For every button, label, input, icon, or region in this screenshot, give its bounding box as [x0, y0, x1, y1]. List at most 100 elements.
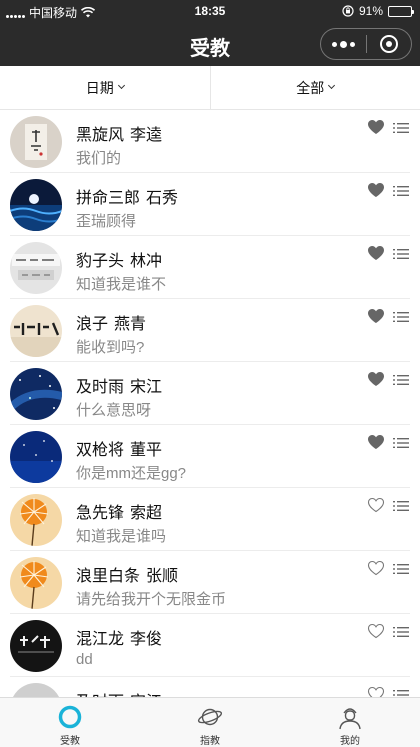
- contact-realname: 索超: [130, 505, 163, 522]
- list-item[interactable]: 拼命三郎 石秀 歪瑞顾得: [0, 173, 420, 236]
- heart-filled-icon[interactable]: [367, 182, 385, 198]
- message-preview: dd: [76, 651, 93, 668]
- message-preview: 知道我是谁不: [76, 276, 167, 293]
- list-item[interactable]: 豹子头 林冲知道我是谁不: [0, 236, 420, 299]
- tab-bar: 受教 指教 我的: [0, 697, 420, 747]
- heart-outline-icon[interactable]: [367, 623, 385, 639]
- contact-nickname: 及时雨: [76, 379, 125, 396]
- message-preview: 歪瑞顾得: [76, 213, 137, 230]
- status-right: 91%: [342, 4, 414, 18]
- heart-filled-icon[interactable]: [367, 119, 385, 135]
- date-filter-dropdown[interactable]: 日期: [0, 66, 210, 109]
- contact-nickname: 黑旋风: [76, 127, 125, 144]
- contact-name: 拼命三郎 石秀: [76, 184, 178, 208]
- close-target-icon: [379, 35, 398, 53]
- tab-label: 指教: [200, 736, 220, 747]
- avatar: [10, 494, 62, 546]
- list-menu-icon[interactable]: [393, 185, 409, 197]
- contact-name: 急先锋 索超: [76, 499, 162, 523]
- avatar: [10, 242, 62, 294]
- tab-shoujiao[interactable]: 受教: [0, 698, 140, 747]
- contact-name: 混江龙 李俊: [76, 625, 162, 649]
- list-menu-icon[interactable]: [393, 689, 409, 697]
- list-item[interactable]: 双枪将 董平你是mm还是gg?: [0, 425, 420, 488]
- list-item[interactable]: 及时雨 宋江什么意思呀: [0, 362, 420, 425]
- avatar: [10, 116, 62, 168]
- contact-realname: 张顺: [146, 568, 179, 585]
- contact-realname: 董平: [130, 442, 163, 459]
- list-menu-icon[interactable]: [393, 248, 409, 260]
- contact-realname: 林冲: [130, 253, 163, 270]
- tab-wode[interactable]: 我的: [280, 698, 420, 747]
- contact-nickname: 双枪将: [76, 442, 125, 459]
- filter-bar: 日期 全部: [0, 66, 420, 110]
- contact-nickname: 混江龙: [76, 631, 125, 648]
- heart-outline-icon[interactable]: [367, 497, 385, 513]
- message-preview: 能收到吗?: [76, 339, 145, 356]
- message-preview: 请先给我开个无限金币: [76, 591, 227, 608]
- contact-name: 及时雨宋江: [76, 373, 162, 397]
- message-preview: 什么意思呀: [76, 402, 152, 419]
- contact-name: 黑旋风 李逵: [76, 121, 162, 145]
- planet-icon: [197, 708, 223, 726]
- status-bar: 中国移动 18:35 91%: [0, 0, 420, 22]
- tab-label: 我的: [340, 736, 360, 747]
- category-filter-dropdown[interactable]: 全部: [209, 66, 420, 109]
- list-item[interactable]: 黑旋风 李逵 我们的: [0, 110, 420, 173]
- heart-filled-icon[interactable]: [367, 434, 385, 450]
- list-item[interactable]: 急先锋 索超知道我是谁吗: [0, 488, 420, 551]
- message-list: 黑旋风 李逵 我们的 拼命三郎 石秀 歪瑞顾得 豹子头 林冲 知道我是谁不 浪子 燕青 能收到吗? 及时…: [0, 110, 420, 697]
- list-item[interactable]: 浪里白条 张顺请先给我开个无限金币: [0, 551, 420, 614]
- heart-outline-icon[interactable]: [367, 686, 385, 697]
- nav-bar: 受教: [0, 22, 420, 66]
- contact-realname: 李俊: [130, 631, 163, 648]
- contact-nickname: 浪里白条: [76, 568, 141, 585]
- heart-outline-icon[interactable]: [367, 560, 385, 576]
- ring-icon: [58, 705, 82, 729]
- contact-name: 及时雨宋江: [76, 688, 162, 697]
- list-item[interactable]: 浪子 燕青能收到吗?: [0, 299, 420, 362]
- more-dots-icon: [331, 40, 355, 48]
- chevron-down-icon: [328, 81, 336, 90]
- contact-realname: 石秀: [146, 190, 179, 207]
- contact-nickname: 豹子头: [76, 253, 125, 270]
- contact-name: 浪子 燕青: [76, 310, 146, 334]
- mini-program-capsule: [320, 28, 412, 60]
- contact-nickname: 急先锋: [76, 505, 125, 522]
- heart-filled-icon[interactable]: [367, 245, 385, 261]
- list-item[interactable]: 及时雨宋江: [0, 677, 420, 697]
- more-button[interactable]: [321, 29, 366, 59]
- chevron-down-icon: [117, 81, 125, 90]
- battery-icon: [388, 5, 414, 17]
- user-icon: [339, 708, 361, 730]
- list-menu-icon[interactable]: [393, 626, 409, 638]
- message-preview: 你是mm还是gg?: [76, 465, 187, 482]
- list-menu-icon[interactable]: [393, 437, 409, 449]
- list-menu-icon[interactable]: [393, 374, 409, 386]
- message-preview: 知道我是谁吗: [76, 528, 167, 545]
- heart-filled-icon[interactable]: [367, 308, 385, 324]
- list-menu-icon[interactable]: [393, 500, 409, 512]
- contact-name: 双枪将 董平: [76, 436, 162, 460]
- list-menu-icon[interactable]: [393, 563, 409, 575]
- avatar: [10, 305, 62, 357]
- contact-realname: 李逵: [130, 127, 163, 144]
- contact-name: 浪里白条 张顺: [76, 562, 178, 586]
- avatar: [10, 620, 62, 672]
- date-filter-label: 日期: [85, 79, 114, 96]
- close-program-button[interactable]: [366, 29, 411, 59]
- avatar: [10, 368, 62, 420]
- contact-nickname: 拼命三郎: [76, 190, 141, 207]
- orientation-lock-icon: [342, 5, 354, 17]
- list-menu-icon[interactable]: [393, 122, 409, 134]
- tab-zhijiao[interactable]: 指教: [140, 698, 280, 747]
- avatar: [10, 683, 62, 697]
- battery-percent: 91%: [358, 4, 383, 18]
- heart-filled-icon[interactable]: [367, 371, 385, 387]
- category-filter-label: 全部: [296, 79, 325, 96]
- list-item[interactable]: 混江龙 李俊 dd: [0, 614, 420, 677]
- contact-name: 豹子头 林冲: [76, 247, 162, 271]
- contact-nickname: 浪子: [76, 316, 109, 333]
- list-menu-icon[interactable]: [393, 311, 409, 323]
- contact-realname: 燕青: [114, 316, 147, 333]
